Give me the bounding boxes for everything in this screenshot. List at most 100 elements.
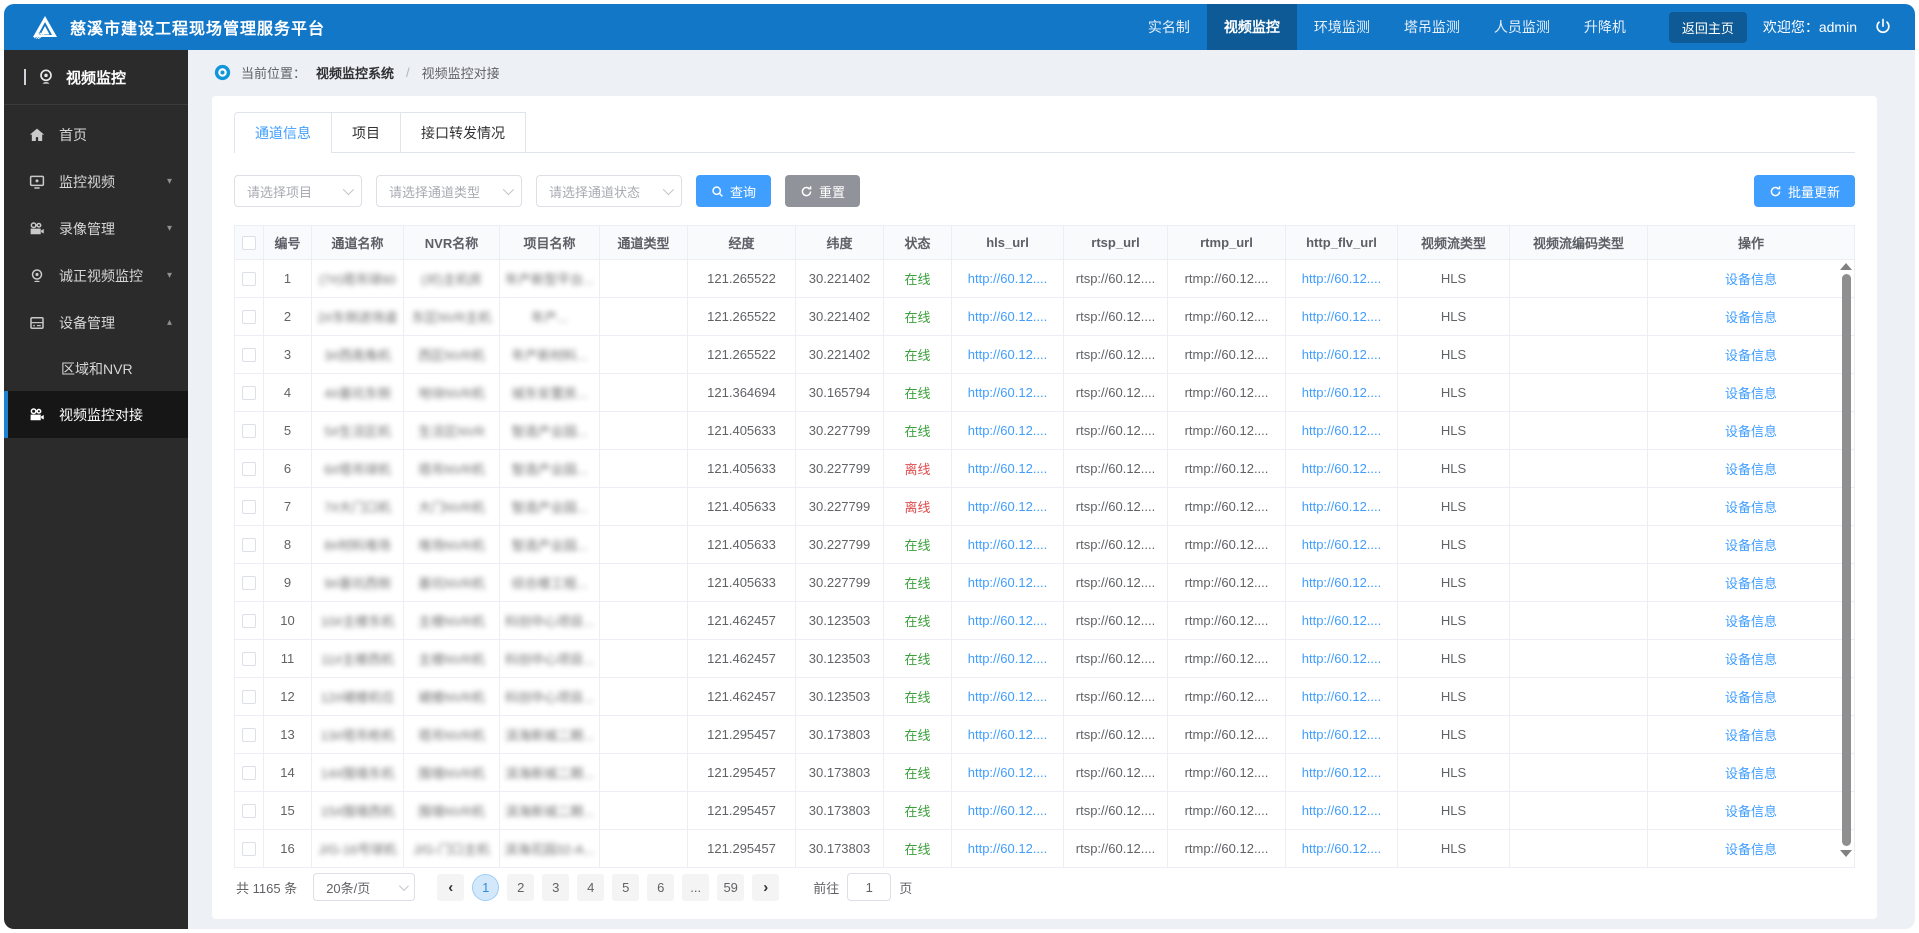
cell-action-value[interactable]: 设备信息 bbox=[1725, 345, 1777, 364]
cell-flv-value[interactable]: http://60.12.... bbox=[1302, 309, 1382, 324]
project-select[interactable]: 请选择项目 bbox=[234, 175, 362, 207]
sidebar-item-3[interactable]: 诚正视频监控▾ bbox=[4, 252, 188, 299]
page-button-6[interactable]: 6 bbox=[647, 874, 674, 901]
cell-flv-value[interactable]: http://60.12.... bbox=[1302, 347, 1382, 362]
table-scrollbar[interactable] bbox=[1839, 261, 1853, 859]
batch-update-button[interactable]: 批量更新 bbox=[1754, 175, 1855, 207]
sidebar-item-0[interactable]: 首页 bbox=[4, 111, 188, 158]
cell-hls-value[interactable]: http://60.12.... bbox=[968, 727, 1048, 742]
select-all-checkbox[interactable] bbox=[242, 236, 256, 250]
cell-flv-value[interactable]: http://60.12.... bbox=[1302, 803, 1382, 818]
sidebar-item-1[interactable]: 监控视频▾ bbox=[4, 158, 188, 205]
cell-hls-value[interactable]: http://60.12.... bbox=[968, 575, 1048, 590]
cell-action-value[interactable]: 设备信息 bbox=[1725, 535, 1777, 554]
prev-page-button[interactable]: ‹ bbox=[437, 874, 464, 901]
cell-hls-value[interactable]: http://60.12.... bbox=[968, 423, 1048, 438]
topnav-item-4[interactable]: 人员监测 bbox=[1477, 4, 1567, 50]
row-checkbox[interactable] bbox=[242, 272, 256, 286]
topnav-item-3[interactable]: 塔吊监测 bbox=[1387, 4, 1477, 50]
scroll-down-icon[interactable] bbox=[1840, 850, 1852, 857]
cell-hls-value[interactable]: http://60.12.... bbox=[968, 689, 1048, 704]
breadcrumb-root[interactable]: 视频监控系统 bbox=[316, 63, 394, 82]
search-button[interactable]: 查询 bbox=[696, 175, 771, 207]
scroll-up-icon[interactable] bbox=[1840, 263, 1852, 270]
row-checkbox[interactable] bbox=[242, 766, 256, 780]
topnav-item-0[interactable]: 实名制 bbox=[1131, 4, 1207, 50]
topnav-item-1[interactable]: 视频监控 bbox=[1207, 4, 1297, 50]
row-checkbox[interactable] bbox=[242, 500, 256, 514]
channel-type-select[interactable]: 请选择通道类型 bbox=[376, 175, 522, 207]
row-checkbox[interactable] bbox=[242, 842, 256, 856]
cell-flv-value[interactable]: http://60.12.... bbox=[1302, 575, 1382, 590]
tab-1[interactable]: 项目 bbox=[331, 112, 401, 152]
row-checkbox[interactable] bbox=[242, 348, 256, 362]
cell-action-value[interactable]: 设备信息 bbox=[1725, 421, 1777, 440]
cell-action-value[interactable]: 设备信息 bbox=[1725, 763, 1777, 782]
cell-action-value[interactable]: 设备信息 bbox=[1725, 307, 1777, 326]
row-checkbox[interactable] bbox=[242, 424, 256, 438]
cell-hls-value[interactable]: http://60.12.... bbox=[968, 613, 1048, 628]
row-checkbox[interactable] bbox=[242, 538, 256, 552]
cell-hls-value[interactable]: http://60.12.... bbox=[968, 271, 1048, 286]
cell-hls-value[interactable]: http://60.12.... bbox=[968, 347, 1048, 362]
cell-hls-value[interactable]: http://60.12.... bbox=[968, 385, 1048, 400]
cell-flv-value[interactable]: http://60.12.... bbox=[1302, 651, 1382, 666]
cell-hls-value[interactable]: http://60.12.... bbox=[968, 803, 1048, 818]
tab-0[interactable]: 通道信息 bbox=[234, 112, 332, 152]
cell-flv-value[interactable]: http://60.12.... bbox=[1302, 423, 1382, 438]
page-size-select[interactable]: 20条/页 bbox=[313, 873, 415, 901]
cell-flv-value[interactable]: http://60.12.... bbox=[1302, 613, 1382, 628]
row-checkbox[interactable] bbox=[242, 614, 256, 628]
cell-action-value[interactable]: 设备信息 bbox=[1725, 649, 1777, 668]
cell-action-value[interactable]: 设备信息 bbox=[1725, 839, 1777, 858]
row-checkbox[interactable] bbox=[242, 804, 256, 818]
page-button-4[interactable]: 4 bbox=[577, 874, 604, 901]
page-button-3[interactable]: 3 bbox=[542, 874, 569, 901]
page-button-1[interactable]: 1 bbox=[472, 874, 499, 901]
power-icon[interactable] bbox=[1873, 17, 1893, 37]
cell-action-value[interactable]: 设备信息 bbox=[1725, 459, 1777, 478]
row-checkbox[interactable] bbox=[242, 310, 256, 324]
cell-hls-value[interactable]: http://60.12.... bbox=[968, 499, 1048, 514]
cell-hls-value[interactable]: http://60.12.... bbox=[968, 461, 1048, 476]
row-checkbox[interactable] bbox=[242, 690, 256, 704]
cell-action-value[interactable]: 设备信息 bbox=[1725, 269, 1777, 288]
cell-hls-value[interactable]: http://60.12.... bbox=[968, 841, 1048, 856]
page-button-5[interactable]: 5 bbox=[612, 874, 639, 901]
sidebar-item-4[interactable]: 设备管理▴ bbox=[4, 299, 188, 346]
cell-flv-value[interactable]: http://60.12.... bbox=[1302, 461, 1382, 476]
row-checkbox[interactable] bbox=[242, 728, 256, 742]
row-checkbox[interactable] bbox=[242, 576, 256, 590]
cell-flv-value[interactable]: http://60.12.... bbox=[1302, 841, 1382, 856]
cell-action-value[interactable]: 设备信息 bbox=[1725, 801, 1777, 820]
cell-flv-value[interactable]: http://60.12.... bbox=[1302, 689, 1382, 704]
cell-hls-value[interactable]: http://60.12.... bbox=[968, 651, 1048, 666]
sidebar-item-2[interactable]: 录像管理▾ bbox=[4, 205, 188, 252]
cell-hls-value[interactable]: http://60.12.... bbox=[968, 765, 1048, 780]
tab-2[interactable]: 接口转发情况 bbox=[400, 112, 526, 152]
cell-action-value[interactable]: 设备信息 bbox=[1725, 573, 1777, 592]
cell-flv-value[interactable]: http://60.12.... bbox=[1302, 271, 1382, 286]
row-checkbox[interactable] bbox=[242, 652, 256, 666]
cell-flv-value[interactable]: http://60.12.... bbox=[1302, 727, 1382, 742]
cell-flv-value[interactable]: http://60.12.... bbox=[1302, 537, 1382, 552]
page-button-59[interactable]: 59 bbox=[717, 874, 744, 901]
cell-flv-value[interactable]: http://60.12.... bbox=[1302, 385, 1382, 400]
sidebar-item-5[interactable]: 区域和NVR bbox=[4, 346, 188, 391]
cell-action-value[interactable]: 设备信息 bbox=[1725, 383, 1777, 402]
page-button-2[interactable]: 2 bbox=[507, 874, 534, 901]
row-checkbox[interactable] bbox=[242, 462, 256, 476]
topnav-item-2[interactable]: 环境监测 bbox=[1297, 4, 1387, 50]
pages-ellipsis[interactable]: ... bbox=[682, 874, 709, 901]
cell-flv-value[interactable]: http://60.12.... bbox=[1302, 499, 1382, 514]
cell-hls-value[interactable]: http://60.12.... bbox=[968, 537, 1048, 552]
cell-hls-value[interactable]: http://60.12.... bbox=[968, 309, 1048, 324]
return-home-button[interactable]: 返回主页 bbox=[1669, 12, 1747, 43]
sidebar-item-6[interactable]: 视频监控对接 bbox=[4, 391, 188, 438]
scrollbar-thumb[interactable] bbox=[1842, 274, 1851, 846]
cell-action-value[interactable]: 设备信息 bbox=[1725, 497, 1777, 516]
cell-flv-value[interactable]: http://60.12.... bbox=[1302, 765, 1382, 780]
row-checkbox[interactable] bbox=[242, 386, 256, 400]
cell-action-value[interactable]: 设备信息 bbox=[1725, 611, 1777, 630]
cell-action-value[interactable]: 设备信息 bbox=[1725, 725, 1777, 744]
